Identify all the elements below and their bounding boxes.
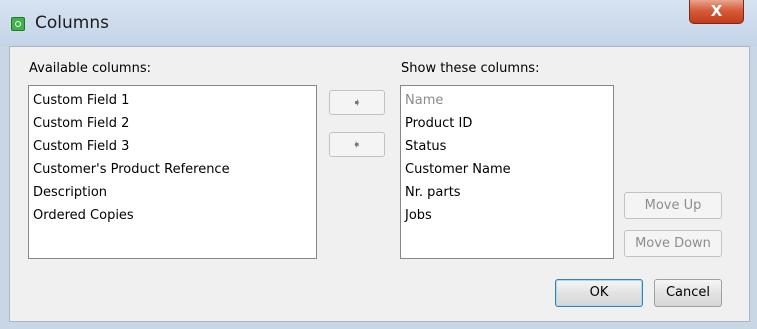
list-item[interactable]: Custom Field 2 (33, 112, 316, 135)
available-columns-list[interactable]: Custom Field 1 Custom Field 2 Custom Fie… (28, 85, 317, 259)
list-item[interactable]: Description (33, 181, 316, 204)
available-columns-label: Available columns: (29, 61, 151, 76)
title-bar[interactable]: Columns X (0, 0, 757, 46)
arrow-right-icon: ➧ (352, 96, 362, 109)
dialog-title: Columns (35, 13, 109, 33)
app-icon (11, 17, 25, 31)
show-columns-list[interactable]: Name Product ID Status Customer Name Nr.… (400, 85, 614, 259)
list-item[interactable]: Product ID (405, 112, 613, 135)
show-columns-label: Show these columns: (401, 61, 540, 76)
dialog-content: Available columns: Custom Field 1 Custom… (9, 46, 750, 322)
list-item[interactable]: Custom Field 3 (33, 135, 316, 158)
move-down-button[interactable]: Move Down (624, 230, 722, 257)
remove-column-button[interactable]: ➧ (329, 132, 385, 157)
move-up-button[interactable]: Move Up (624, 192, 722, 219)
list-item[interactable]: Nr. parts (405, 181, 613, 204)
list-item[interactable]: Jobs (405, 204, 613, 227)
list-item: Name (405, 93, 444, 108)
list-item[interactable]: Customer Name (405, 158, 613, 181)
add-column-button[interactable]: ➧ (329, 90, 385, 115)
list-item[interactable]: Status (405, 135, 613, 158)
list-item[interactable]: Customer's Product Reference (33, 158, 316, 181)
close-button[interactable]: X (689, 0, 744, 24)
cancel-button[interactable]: Cancel (654, 279, 722, 307)
columns-dialog: Columns X Available columns: Custom Fiel… (0, 0, 757, 329)
list-item[interactable]: Custom Field 1 (33, 89, 316, 112)
arrow-left-icon: ➧ (352, 138, 362, 151)
list-item[interactable]: Ordered Copies (33, 204, 316, 227)
ok-button[interactable]: OK (555, 279, 643, 307)
